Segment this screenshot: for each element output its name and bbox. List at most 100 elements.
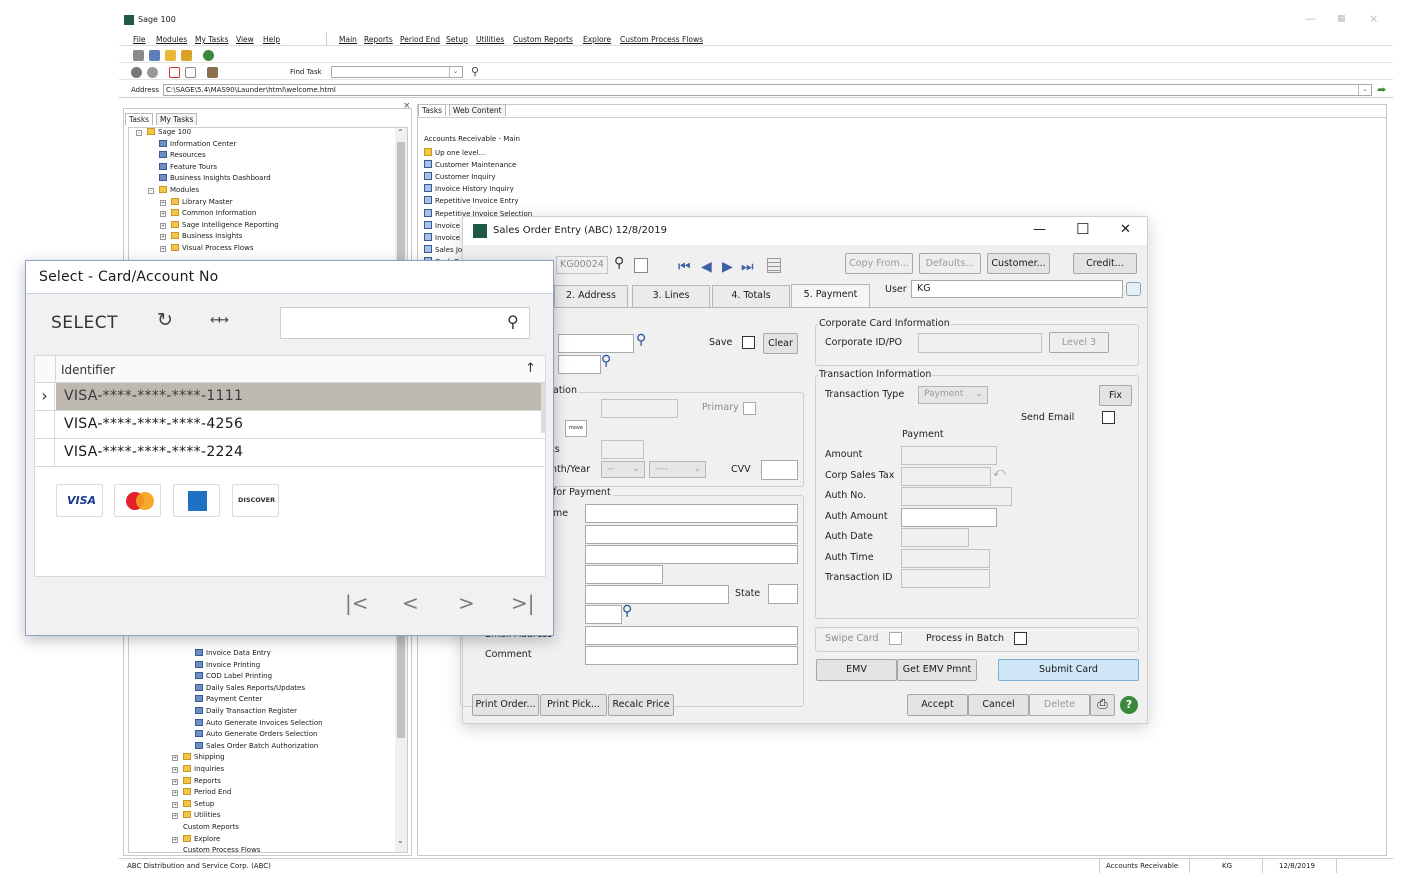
billing-city-field[interactable]	[585, 585, 729, 604]
tab-wc-tasks[interactable]: Tasks	[418, 104, 447, 116]
tree-expander-icon[interactable]: -	[136, 130, 142, 136]
billing-name-field[interactable]	[585, 504, 798, 523]
so-lookup-icon[interactable]: ⚲	[614, 255, 624, 271]
tree-item[interactable]: Sales Order Batch Authorization	[195, 741, 318, 753]
print-order-button[interactable]: Print Order...	[472, 694, 539, 716]
state-field[interactable]	[768, 584, 798, 604]
company-icon[interactable]	[133, 50, 144, 61]
refresh-icon[interactable]: ↻	[157, 309, 173, 331]
tree-item[interactable]: Business Insights Dashboard	[159, 174, 271, 185]
tree-item[interactable]: Modules	[159, 186, 199, 197]
grid-scrollbar[interactable]	[541, 383, 546, 433]
previous-page-icon[interactable]: <	[402, 591, 419, 615]
wc-task-link[interactable]: Invoice History Inquiry	[424, 184, 514, 193]
folder-icon[interactable]	[165, 50, 176, 61]
search-icon[interactable]: ⚲	[507, 312, 519, 331]
process-batch-checkbox[interactable]	[1014, 632, 1027, 645]
tree-expander-icon[interactable]: +	[172, 755, 178, 762]
tree-item[interactable]: Payment Center	[195, 695, 262, 706]
emv-button[interactable]: EMV	[816, 659, 897, 681]
select-search-input[interactable]: ⚲	[280, 307, 530, 339]
home-icon[interactable]	[207, 67, 218, 78]
tree-expander-icon[interactable]: +	[160, 222, 166, 229]
card-type-field[interactable]	[558, 355, 601, 374]
identifier-column-header[interactable]: Identifier	[61, 363, 115, 377]
tree-expander-icon[interactable]: +	[172, 778, 178, 785]
help-icon[interactable]	[203, 50, 214, 61]
tree-item[interactable]: Explore	[183, 834, 220, 846]
tree-item[interactable]: Business Insights	[171, 232, 242, 243]
clear-button[interactable]: Clear	[763, 333, 798, 354]
tree-expander-icon[interactable]: +	[160, 246, 166, 252]
launcher-icon[interactable]	[149, 50, 160, 61]
tree-item[interactable]: COD Label Printing	[195, 672, 272, 683]
tab-tasks[interactable]: Tasks	[125, 113, 154, 125]
defaults-button[interactable]: Defaults...	[919, 253, 981, 274]
card-type-lookup-icon[interactable]: ⚲	[601, 353, 611, 369]
tree-item[interactable]: Feature Tours	[159, 162, 217, 174]
tab-web-content[interactable]: Web Content	[449, 104, 506, 116]
tree-expander-icon[interactable]: +	[160, 199, 166, 206]
tree-expander-icon[interactable]: +	[172, 813, 178, 820]
tree-expander-icon[interactable]: +	[172, 801, 178, 808]
tree-item[interactable]: Invoice Printing	[195, 660, 260, 672]
first-record-icon[interactable]: ⏮	[678, 259, 691, 275]
tree-expander-icon[interactable]: +	[160, 211, 166, 218]
minimize-icon[interactable]: —	[1305, 12, 1316, 25]
last-page-icon[interactable]: >|	[511, 591, 535, 615]
billing-address2-field[interactable]	[585, 545, 798, 564]
print-pick-button[interactable]: Print Pick...	[540, 694, 607, 716]
go-arrow-icon[interactable]: ➦	[1377, 83, 1386, 96]
card-holder-field[interactable]	[601, 399, 678, 418]
card-lookup-icon[interactable]: ⚲	[636, 332, 646, 348]
wc-task-link[interactable]: Repetitive Invoice Entry	[424, 196, 519, 205]
scroll-down-icon[interactable]: ⌄	[397, 836, 404, 845]
find-task-input[interactable]	[331, 66, 463, 78]
first-page-icon[interactable]: |<	[345, 591, 369, 615]
tree-item[interactable]: Reports	[183, 776, 221, 788]
recalc-price-button[interactable]: Recalc Price	[608, 694, 674, 716]
transaction-field-input[interactable]	[901, 569, 990, 588]
card-row[interactable]: VISA-****-****-****-4256	[35, 411, 545, 439]
find-search-icon[interactable]: ⚲	[471, 65, 479, 78]
billing-address1-field[interactable]	[585, 525, 798, 544]
sort-ascending-icon[interactable]: ↑	[525, 361, 536, 376]
delete-button[interactable]: Delete	[1029, 694, 1090, 716]
scroll-up-icon[interactable]: ⌃	[397, 128, 404, 137]
menu-explore[interactable]: Explore	[583, 35, 611, 44]
card-row[interactable]: › VISA-****-****-****-1111	[35, 383, 545, 411]
swipe-card-checkbox[interactable]	[889, 632, 902, 645]
tree-item[interactable]: Common Information	[171, 209, 256, 220]
card-identifier-cell[interactable]: VISA-****-****-****-1111	[56, 383, 544, 410]
menu-custom-reports[interactable]: Custom Reports	[513, 35, 573, 44]
so-order-number[interactable]: KG00024	[556, 256, 608, 274]
tab-payment[interactable]: 5. Payment	[791, 284, 870, 308]
tree-item[interactable]: Inquiries	[183, 765, 224, 776]
user-field[interactable]: KG	[911, 280, 1123, 298]
tree-item[interactable]: Setup	[183, 799, 214, 811]
up-folder-icon[interactable]	[181, 50, 192, 61]
tree-item[interactable]: Sage 100	[147, 128, 191, 139]
save-checkbox[interactable]	[742, 336, 755, 349]
submit-card-button[interactable]: Submit Card	[998, 659, 1139, 681]
last-record-icon[interactable]: ⏭	[741, 259, 754, 275]
row-selector[interactable]: ›	[35, 383, 55, 410]
so-maximize-icon[interactable]: ☐	[1076, 220, 1089, 238]
card-identifier-cell[interactable]: VISA-****-****-****-2224	[56, 439, 544, 466]
corporate-id-field[interactable]	[918, 333, 1042, 353]
menu-modules[interactable]: Modules	[156, 35, 187, 44]
tree-expander-icon[interactable]: +	[172, 767, 178, 773]
primary-checkbox[interactable]	[743, 402, 756, 415]
menu-view[interactable]: View	[236, 35, 254, 44]
menu-file[interactable]: File	[133, 35, 146, 44]
tree-item[interactable]: Resources	[159, 151, 206, 162]
tree-item[interactable]: Visual Process Flows	[171, 244, 254, 255]
transaction-field-input[interactable]	[901, 528, 969, 547]
find-task-dropdown-icon[interactable]: ⌄	[449, 67, 461, 77]
tree-item[interactable]: Information Center	[159, 139, 236, 151]
last-digits-field[interactable]	[601, 440, 644, 459]
menu-utilities[interactable]: Utilities	[476, 35, 504, 44]
so-minimize-icon[interactable]: —	[1033, 222, 1046, 237]
credit-button[interactable]: Credit...	[1073, 253, 1137, 274]
previous-record-icon[interactable]: ◀	[701, 259, 712, 275]
